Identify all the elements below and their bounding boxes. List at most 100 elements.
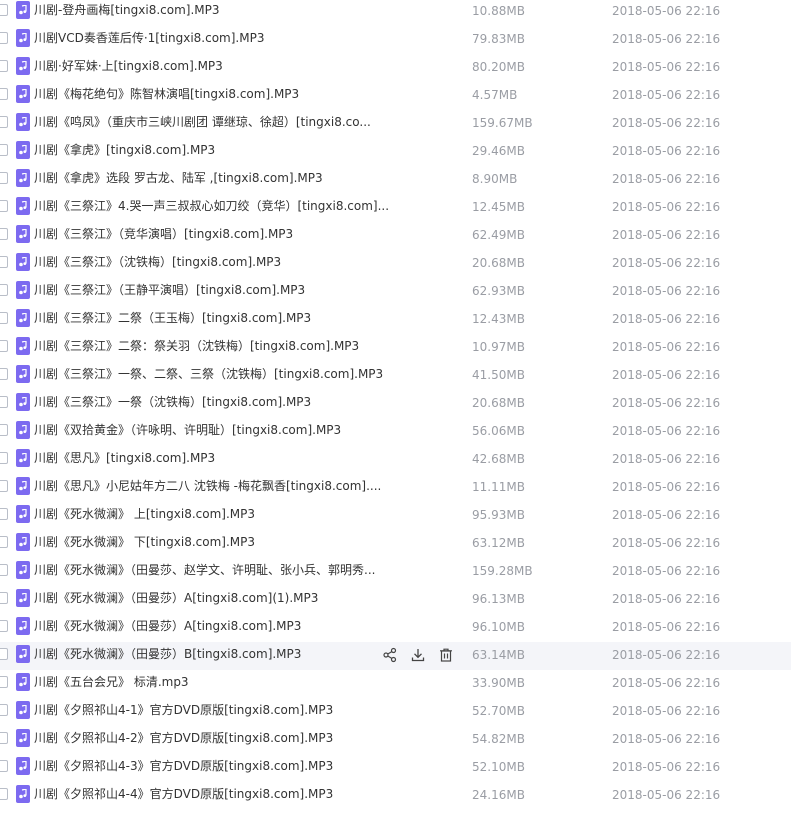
row-checkbox[interactable] xyxy=(0,592,8,604)
row-checkbox[interactable] xyxy=(0,620,8,632)
file-name[interactable]: 川剧《三祭江》二祭（王玉梅）[tingxi8.com].MP3 xyxy=(34,310,394,326)
row-checkbox[interactable] xyxy=(0,704,8,716)
file-row[interactable]: 川剧《死水微澜》 上[tingxi8.com].MP3 95.93MB 2018-0… xyxy=(0,502,791,530)
row-checkbox[interactable] xyxy=(0,452,8,464)
file-row[interactable]: 川剧《死水微澜》 下[tingxi8.com].MP3 63.12MB 2018-0… xyxy=(0,530,791,558)
file-row[interactable]: 川剧《三祭江》一祭（沈铁梅）[tingxi8.com].MP3 20.68MB 20… xyxy=(0,390,791,418)
audio-file-icon xyxy=(16,169,30,187)
file-row[interactable]: 川剧《拿虎》选段 罗古龙、陆军 ,[tingxi8.com].MP3 8.90MB… xyxy=(0,166,791,194)
file-row[interactable]: 川剧-登舟画梅[tingxi8.com].MP3 10.88MB 2018-05-0… xyxy=(0,0,791,26)
file-row[interactable]: 川剧《拿虎》[tingxi8.com].MP3 29.46MB 2018-05-06… xyxy=(0,138,791,166)
file-row[interactable]: 川剧《三祭江》4.哭一声三叔叔心如刀绞（竞华）[tingxi8.com]... 1… xyxy=(0,194,791,222)
file-row[interactable]: 川剧《三祭江》二祭：祭关羽（沈铁梅）[tingxi8.com].MP3 10.97… xyxy=(0,334,791,362)
file-name[interactable]: 川剧《五台会兄》 标清.mp3 xyxy=(34,674,394,690)
file-row[interactable]: 川剧《夕照祁山4-2》官方DVD原版[tingxi8.com].MP3 54.82… xyxy=(0,726,791,754)
file-name[interactable]: 川剧-登舟画梅[tingxi8.com].MP3 xyxy=(34,2,394,18)
file-name[interactable]: 川剧·好军妹·上[tingxi8.com].MP3 xyxy=(34,58,394,74)
file-row[interactable]: 川剧《夕照祁山4-3》官方DVD原版[tingxi8.com].MP3 52.10… xyxy=(0,754,791,782)
file-name[interactable]: 川剧《三祭江》一祭、二祭、三祭（沈铁梅）[tingxi8.com].MP3 xyxy=(34,366,394,382)
file-row[interactable]: 川剧《三祭江》（王静平演唱）[tingxi8.com].MP3 62.93MB 20… xyxy=(0,278,791,306)
file-row[interactable]: 川剧《死水微澜》（田曼莎）A[tingxi8.com].MP3 96.10MB 20… xyxy=(0,614,791,642)
file-row[interactable]: 川剧《梅花绝句》陈智林演唱[tingxi8.com].MP3 4.57MB 2018… xyxy=(0,82,791,110)
row-checkbox[interactable] xyxy=(0,508,8,520)
file-row[interactable]: 川剧·好军妹·上[tingxi8.com].MP3 80.20MB 2018-05-… xyxy=(0,54,791,82)
file-name[interactable]: 川剧《三祭江》一祭（沈铁梅）[tingxi8.com].MP3 xyxy=(34,394,394,410)
file-name[interactable]: 川剧《三祭江》（王静平演唱）[tingxi8.com].MP3 xyxy=(34,282,394,298)
file-name[interactable]: 川剧《夕照祁山4-4》官方DVD原版[tingxi8.com].MP3 xyxy=(34,786,394,802)
row-checkbox[interactable] xyxy=(0,396,8,408)
file-date: 2018-05-06 22:16 xyxy=(612,200,721,214)
row-checkbox[interactable] xyxy=(0,116,8,128)
file-date: 2018-05-06 22:16 xyxy=(612,508,721,522)
file-name[interactable]: 川剧《夕照祁山4-1》官方DVD原版[tingxi8.com].MP3 xyxy=(34,702,394,718)
file-name[interactable]: 川剧《鸣凤》（重庆市三峡川剧团 谭继琼、徐超）[tingxi8.co... xyxy=(34,114,394,130)
file-name[interactable]: 川剧《死水微澜》 下[tingxi8.com].MP3 xyxy=(34,534,394,550)
file-name[interactable]: 川剧《思凡》[tingxi8.com].MP3 xyxy=(34,450,394,466)
row-checkbox[interactable] xyxy=(0,536,8,548)
row-checkbox[interactable] xyxy=(0,200,8,212)
file-name[interactable]: 川剧《思凡》小尼姑年方二八 沈铁梅 -梅花飘香[tingxi8.com].... xyxy=(34,478,394,494)
row-checkbox[interactable] xyxy=(0,228,8,240)
file-row[interactable]: 川剧《夕照祁山4-1》官方DVD原版[tingxi8.com].MP3 52.70… xyxy=(0,698,791,726)
file-row[interactable]: 川剧《死水微澜》（田曼莎、赵学文、许明耻、张小兵、郭明秀... 159.28MB 2… xyxy=(0,558,791,586)
row-checkbox[interactable] xyxy=(0,312,8,324)
audio-file-icon xyxy=(16,729,30,747)
row-checkbox[interactable] xyxy=(0,340,8,352)
audio-file-icon xyxy=(16,85,30,103)
row-checkbox[interactable] xyxy=(0,480,8,492)
file-name[interactable]: 川剧《夕照祁山4-3》官方DVD原版[tingxi8.com].MP3 xyxy=(34,758,394,774)
row-checkbox[interactable] xyxy=(0,32,8,44)
file-row[interactable]: 川剧《三祭江》二祭（王玉梅）[tingxi8.com].MP3 12.43MB 20… xyxy=(0,306,791,334)
file-row[interactable]: 川剧《三祭江》（竞华演唱）[tingxi8.com].MP3 62.49MB 201… xyxy=(0,222,791,250)
row-checkbox[interactable] xyxy=(0,788,8,800)
row-checkbox[interactable] xyxy=(0,648,8,660)
row-checkbox[interactable] xyxy=(0,256,8,268)
file-name[interactable]: 川剧《双拾黄金》（许咏明、许明耻）[tingxi8.com].MP3 xyxy=(34,422,394,438)
file-date: 2018-05-06 22:16 xyxy=(612,648,721,662)
file-name[interactable]: 川剧《死水微澜》 上[tingxi8.com].MP3 xyxy=(34,506,394,522)
file-name[interactable]: 川剧《梅花绝句》陈智林演唱[tingxi8.com].MP3 xyxy=(34,86,394,102)
file-size: 12.45MB xyxy=(472,200,525,214)
trash-icon[interactable] xyxy=(438,647,454,663)
file-row[interactable]: 川剧《死水微澜》（田曼莎）A[tingxi8.com](1).MP3 96.13M… xyxy=(0,586,791,614)
row-checkbox[interactable] xyxy=(0,60,8,72)
row-checkbox[interactable] xyxy=(0,424,8,436)
file-name[interactable]: 川剧《拿虎》[tingxi8.com].MP3 xyxy=(34,142,394,158)
file-row[interactable]: 川剧《思凡》[tingxi8.com].MP3 42.68MB 2018-05-06… xyxy=(0,446,791,474)
file-name[interactable]: 川剧《三祭江》（竞华演唱）[tingxi8.com].MP3 xyxy=(34,226,394,242)
row-checkbox[interactable] xyxy=(0,564,8,576)
row-checkbox[interactable] xyxy=(0,88,8,100)
download-icon[interactable] xyxy=(410,647,426,663)
row-checkbox[interactable] xyxy=(0,144,8,156)
file-row[interactable]: 川剧《五台会兄》 标清.mp3 33.90MB 2018-05-06 22:16 xyxy=(0,670,791,698)
file-row[interactable]: 川剧《死水微澜》（田曼莎）B[tingxi8.com].MP3 63.14MB 20… xyxy=(0,642,791,670)
file-row[interactable]: 川剧《鸣凤》（重庆市三峡川剧团 谭继琼、徐超）[tingxi8.co... 159… xyxy=(0,110,791,138)
row-checkbox[interactable] xyxy=(0,368,8,380)
file-date: 2018-05-06 22:16 xyxy=(612,256,721,270)
file-row[interactable]: 川剧《夕照祁山4-4》官方DVD原版[tingxi8.com].MP3 24.16… xyxy=(0,782,791,810)
file-name[interactable]: 川剧《三祭江》二祭：祭关羽（沈铁梅）[tingxi8.com].MP3 xyxy=(34,338,394,354)
row-checkbox[interactable] xyxy=(0,732,8,744)
file-name[interactable]: 川剧《三祭江》4.哭一声三叔叔心如刀绞（竞华）[tingxi8.com]... xyxy=(34,198,394,214)
file-name[interactable]: 川剧《死水微澜》（田曼莎、赵学文、许明耻、张小兵、郭明秀... xyxy=(34,562,394,578)
row-checkbox[interactable] xyxy=(0,284,8,296)
share-icon[interactable] xyxy=(382,647,398,663)
file-name[interactable]: 川剧《三祭江》（沈铁梅）[tingxi8.com].MP3 xyxy=(34,254,394,270)
file-name[interactable]: 川剧《拿虎》选段 罗古龙、陆军 ,[tingxi8.com].MP3 xyxy=(34,170,394,186)
file-name[interactable]: 川剧《死水微澜》（田曼莎）A[tingxi8.com].MP3 xyxy=(34,618,394,634)
file-row[interactable]: 川剧《三祭江》（沈铁梅）[tingxi8.com].MP3 20.68MB 2018… xyxy=(0,250,791,278)
row-checkbox[interactable] xyxy=(0,676,8,688)
file-name[interactable]: 川剧VCD奏香莲后传·1[tingxi8.com].MP3 xyxy=(34,30,394,46)
file-size: 56.06MB xyxy=(472,424,525,438)
row-checkbox[interactable] xyxy=(0,4,8,16)
file-row[interactable]: 川剧《双拾黄金》（许咏明、许明耻）[tingxi8.com].MP3 56.06M… xyxy=(0,418,791,446)
file-name[interactable]: 川剧《死水微澜》（田曼莎）A[tingxi8.com](1).MP3 xyxy=(34,590,394,606)
row-checkbox[interactable] xyxy=(0,760,8,772)
file-name[interactable]: 川剧《夕照祁山4-2》官方DVD原版[tingxi8.com].MP3 xyxy=(34,730,394,746)
file-size: 63.14MB xyxy=(472,648,525,662)
file-name[interactable]: 川剧《死水微澜》（田曼莎）B[tingxi8.com].MP3 xyxy=(34,646,394,662)
file-row[interactable]: 川剧VCD奏香莲后传·1[tingxi8.com].MP3 79.83MB 2018… xyxy=(0,26,791,54)
file-row[interactable]: 川剧《三祭江》一祭、二祭、三祭（沈铁梅）[tingxi8.com].MP3 41.… xyxy=(0,362,791,390)
row-checkbox[interactable] xyxy=(0,172,8,184)
file-row[interactable]: 川剧《思凡》小尼姑年方二八 沈铁梅 -梅花飘香[tingxi8.com]....… xyxy=(0,474,791,502)
